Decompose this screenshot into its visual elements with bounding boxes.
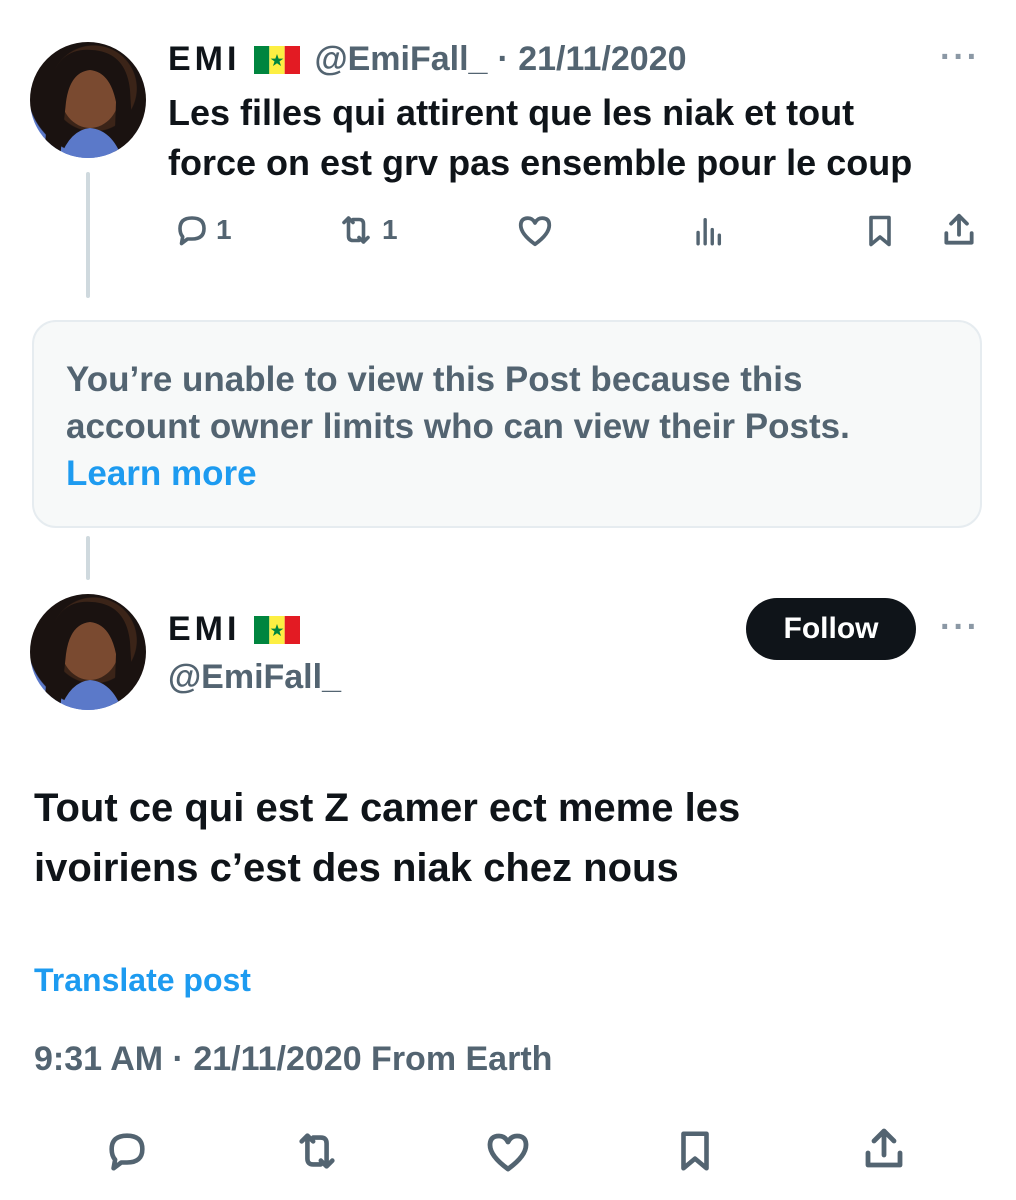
display-name[interactable]: EMI bbox=[168, 40, 240, 79]
repost-button[interactable] bbox=[292, 1128, 342, 1174]
avatar[interactable] bbox=[30, 42, 146, 158]
tweet-text-line: Les filles qui attirent que les niak et … bbox=[168, 92, 855, 133]
bookmark-button[interactable] bbox=[672, 1126, 718, 1176]
share-icon bbox=[944, 213, 974, 245]
tweet-text-line: ivoiriens c’est des niak chez nous bbox=[34, 846, 679, 890]
restricted-post-notice: You’re unable to view this Post because … bbox=[32, 320, 982, 528]
tweet-header: EMI @EmiFall_ · 21/11/2020 bbox=[168, 40, 687, 79]
views-button[interactable] bbox=[690, 214, 726, 248]
views-icon bbox=[696, 217, 722, 246]
translate-post-link[interactable]: Translate post bbox=[34, 962, 251, 999]
display-name[interactable]: EMI bbox=[168, 610, 240, 649]
like-icon bbox=[518, 216, 552, 247]
like-button[interactable] bbox=[484, 1128, 532, 1174]
follow-button[interactable]: Follow bbox=[746, 598, 916, 660]
notice-line: You’re unable to view this Post because … bbox=[66, 360, 803, 399]
notice-line: account owner limits who can view their … bbox=[66, 407, 850, 446]
reply-icon bbox=[109, 1133, 145, 1171]
share-icon bbox=[865, 1128, 903, 1168]
thread-line bbox=[86, 172, 90, 298]
senegal-flag-icon bbox=[254, 615, 301, 644]
author-name-row: EMI bbox=[168, 610, 301, 649]
bookmark-icon bbox=[681, 1131, 709, 1171]
repost-icon bbox=[342, 216, 370, 244]
repost-button[interactable]: 1 bbox=[336, 212, 398, 248]
repost-count: 1 bbox=[382, 214, 398, 245]
share-button[interactable] bbox=[940, 210, 978, 250]
reply-button[interactable] bbox=[104, 1128, 150, 1174]
like-button[interactable] bbox=[516, 212, 554, 248]
more-icon[interactable]: ··· bbox=[940, 38, 980, 77]
post-meta: 9:31 AM · 21/11/2020 From Earth bbox=[34, 1040, 553, 1078]
bookmark-icon bbox=[869, 215, 891, 247]
tweet-text-line: Tout ce qui est Z camer ect meme les bbox=[34, 786, 741, 830]
avatar[interactable] bbox=[30, 594, 146, 710]
like-icon bbox=[487, 1133, 529, 1172]
senegal-flag-icon bbox=[254, 45, 301, 74]
reply-icon bbox=[178, 216, 206, 246]
tweet-text-line: force on est grv pas ensemble pour le co… bbox=[168, 142, 913, 183]
tweet-text: Tout ce qui est Z camer ect meme les ivo… bbox=[34, 778, 974, 898]
bookmark-button[interactable] bbox=[862, 212, 898, 250]
timestamp[interactable]: · 21/11/2020 bbox=[497, 40, 686, 79]
more-icon[interactable]: ··· bbox=[940, 608, 980, 647]
repost-icon bbox=[299, 1133, 335, 1169]
reply-count: 1 bbox=[216, 214, 232, 245]
reply-button[interactable]: 1 bbox=[174, 212, 232, 248]
handle[interactable]: @EmiFall_ bbox=[168, 658, 341, 697]
learn-more-link[interactable]: Learn more bbox=[66, 450, 948, 497]
thread-line bbox=[86, 536, 90, 580]
handle[interactable]: @EmiFall_ bbox=[314, 40, 487, 79]
share-button[interactable] bbox=[860, 1124, 908, 1174]
tweet-text: Les filles qui attirent que les niak et … bbox=[168, 88, 988, 188]
